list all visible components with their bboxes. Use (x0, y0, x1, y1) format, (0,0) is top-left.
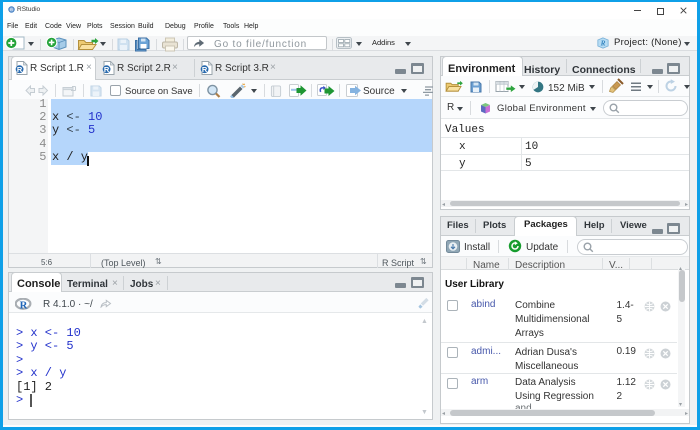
svg-text:R: R (20, 299, 28, 310)
svg-text:R: R (202, 65, 208, 74)
svg-text:R: R (104, 65, 110, 74)
svg-text:R: R (17, 65, 23, 74)
svg-text:R: R (600, 40, 606, 48)
svg-text:R: R (10, 7, 13, 12)
